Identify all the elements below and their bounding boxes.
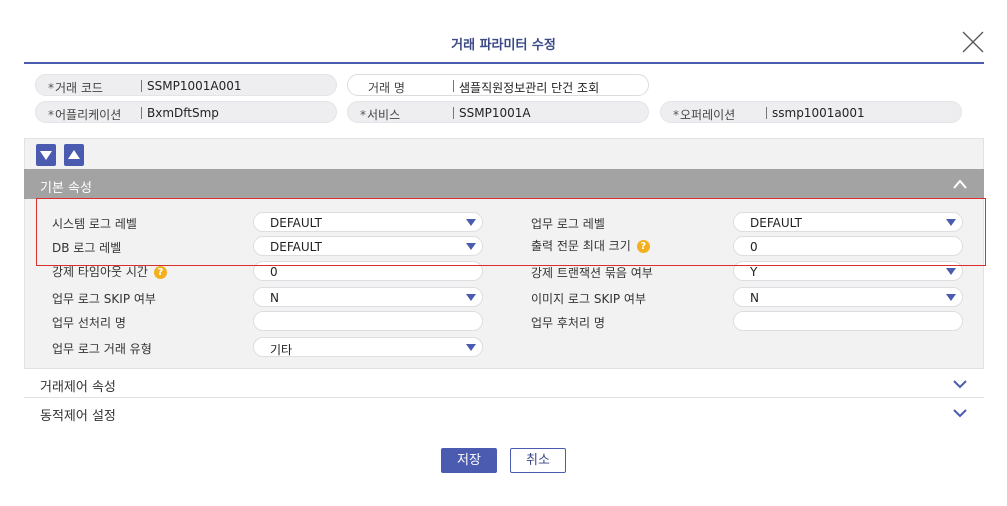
business-log-skip-value: N — [270, 291, 279, 305]
dynamic-control-section[interactable]: 동적제어 설정 — [24, 397, 984, 426]
transaction-control-title: 거래제어 속성 — [40, 380, 116, 395]
basic-section-header[interactable]: 기본 속성 — [24, 169, 984, 199]
dropdown-arrow-icon — [466, 294, 476, 301]
dialog-title: 거래 파라미터 수정 — [451, 38, 556, 53]
save-button[interactable]: 저장 — [441, 448, 497, 473]
dropdown-arrow-icon — [466, 344, 476, 351]
transaction-code-field: *거래 코드 SSMP1001A001 — [35, 74, 337, 96]
log-transaction-type-label: 업무 로그 거래 유형 — [52, 342, 152, 356]
log-transaction-type-value: 기타 — [270, 343, 293, 357]
basic-section-title: 기본 속성 — [40, 181, 92, 196]
business-log-skip-select[interactable]: N — [253, 287, 483, 307]
dropdown-arrow-icon — [946, 294, 956, 301]
post-process-name-label: 업무 후처리 명 — [531, 316, 605, 330]
close-icon[interactable] — [962, 31, 984, 53]
chevron-up-icon[interactable] — [952, 178, 968, 190]
dynamic-control-title: 동적제어 설정 — [40, 409, 116, 424]
collapse-all-button[interactable] — [64, 144, 84, 166]
transaction-name-field: 거래 명 샘플직원정보관리 단건 조회 — [347, 74, 649, 96]
forced-transaction-label: 강제 트랜잭션 묶음 여부 — [531, 266, 653, 280]
expand-all-button[interactable] — [36, 144, 56, 166]
transaction-code-label: 거래 코드 — [55, 81, 103, 95]
forced-timeout-label: 강제 타임아웃 시간 — [52, 265, 148, 279]
transaction-name-value: 샘플직원정보관리 단건 조회 — [459, 81, 600, 95]
log-transaction-type-select[interactable]: 기타 — [253, 337, 483, 357]
field-separator — [453, 80, 454, 92]
image-log-skip-label: 이미지 로그 SKIP 여부 — [531, 292, 646, 306]
required-mark: * — [360, 108, 366, 122]
field-separator — [453, 107, 454, 119]
pre-process-name-label: 업무 선처리 명 — [52, 316, 126, 330]
operation-field: *오퍼레이션 ssmp1001a001 — [660, 101, 962, 123]
cancel-button[interactable]: 취소 — [510, 448, 566, 473]
required-mark: * — [48, 81, 54, 95]
operation-value: ssmp1001a001 — [772, 106, 865, 120]
title-divider — [24, 62, 984, 64]
field-separator — [141, 80, 142, 92]
service-label: 서비스 — [367, 108, 401, 122]
application-field: *어플리케이션 BxmDftSmp — [35, 101, 337, 123]
business-log-skip-label: 업무 로그 SKIP 여부 — [52, 292, 156, 306]
help-icon[interactable]: ? — [153, 266, 167, 279]
transaction-control-section[interactable]: 거래제어 속성 — [24, 368, 984, 397]
transaction-name-label: 거래 명 — [368, 81, 405, 95]
service-field: *서비스 SSMP1001A — [347, 101, 649, 123]
chevron-down-icon[interactable] — [952, 407, 968, 419]
forced-transaction-value: Y — [750, 265, 758, 279]
image-log-skip-select[interactable]: N — [733, 287, 963, 307]
field-separator — [766, 107, 767, 119]
field-separator — [141, 107, 142, 119]
highlight-box — [36, 198, 986, 266]
dropdown-arrow-icon — [946, 268, 956, 275]
forced-timeout-value: 0 — [270, 265, 278, 279]
arrow-down-icon — [40, 151, 52, 160]
image-log-skip-value: N — [750, 291, 759, 305]
post-process-name-input[interactable] — [733, 311, 963, 331]
application-value: BxmDftSmp — [147, 106, 219, 120]
service-value: SSMP1001A — [459, 106, 531, 120]
pre-process-name-input[interactable] — [253, 311, 483, 331]
required-mark: * — [673, 108, 679, 122]
arrow-up-icon — [68, 150, 80, 159]
operation-label: 오퍼레이션 — [680, 108, 736, 122]
transaction-code-value: SSMP1001A001 — [147, 79, 242, 93]
chevron-down-icon[interactable] — [952, 378, 968, 390]
required-mark: * — [48, 108, 54, 122]
application-label: 어플리케이션 — [55, 108, 122, 122]
